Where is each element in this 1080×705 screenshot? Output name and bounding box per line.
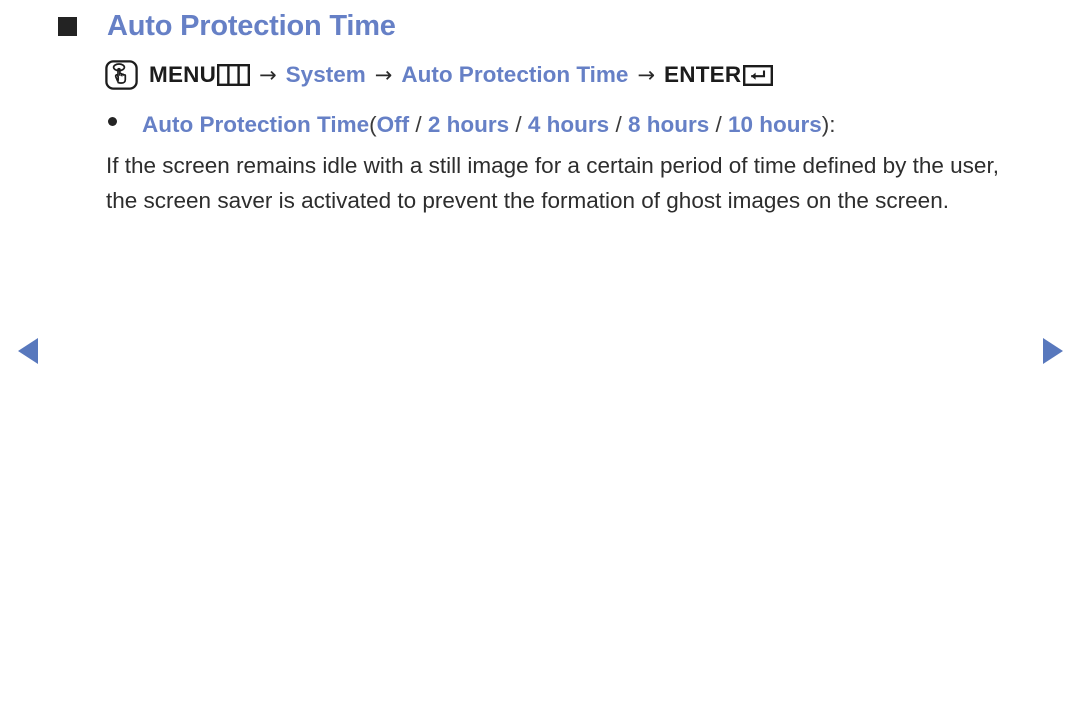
- return-key-icon: [743, 64, 774, 86]
- menu-label: MENU: [149, 61, 217, 87]
- path-step-auto-protection-time: Auto Protection Time: [401, 61, 629, 87]
- trailing-colon: :: [829, 112, 836, 137]
- description-paragraph: If the screen remains idle with a still …: [106, 153, 999, 213]
- option-group-label: Auto Protection Time: [142, 112, 370, 137]
- option-2-hours: 2 hours: [427, 112, 510, 137]
- page-title: Auto Protection Time: [58, 12, 396, 41]
- option-separator-2: /: [509, 112, 528, 137]
- option-line-content: Auto Protection Time(Off / 2 hours / 4 h…: [142, 111, 836, 139]
- option-8-hours: 8 hours: [627, 112, 710, 137]
- path-arrow-3: →: [637, 62, 656, 87]
- option-list-line: Auto Protection Time(Off / 2 hours / 4 h…: [108, 111, 836, 139]
- path-arrow-1: →: [259, 62, 277, 87]
- option-off: Off: [376, 112, 410, 137]
- enter-label: ENTER: [664, 61, 742, 87]
- option-separator-1: /: [409, 112, 428, 137]
- round-bullet-icon: [108, 117, 117, 126]
- option-4-hours: 4 hours: [527, 112, 610, 137]
- option-separator-4: /: [709, 112, 729, 137]
- menu-grid-icon: [217, 64, 251, 86]
- menu-path-breadcrumb: MENU → System → Auto Protection Time → E…: [105, 60, 774, 90]
- option-10-hours: 10 hours: [728, 112, 822, 137]
- open-paren: (: [369, 112, 377, 137]
- page-title-text: Auto Protection Time: [107, 10, 396, 42]
- triangle-left-icon[interactable]: [16, 337, 40, 365]
- hand-press-button-icon: [105, 60, 138, 90]
- option-separator-3: /: [609, 112, 628, 137]
- square-bullet-icon: [58, 17, 77, 36]
- path-arrow-2: →: [374, 62, 393, 87]
- triangle-right-icon[interactable]: [1041, 337, 1065, 365]
- path-step-system: System: [285, 61, 366, 87]
